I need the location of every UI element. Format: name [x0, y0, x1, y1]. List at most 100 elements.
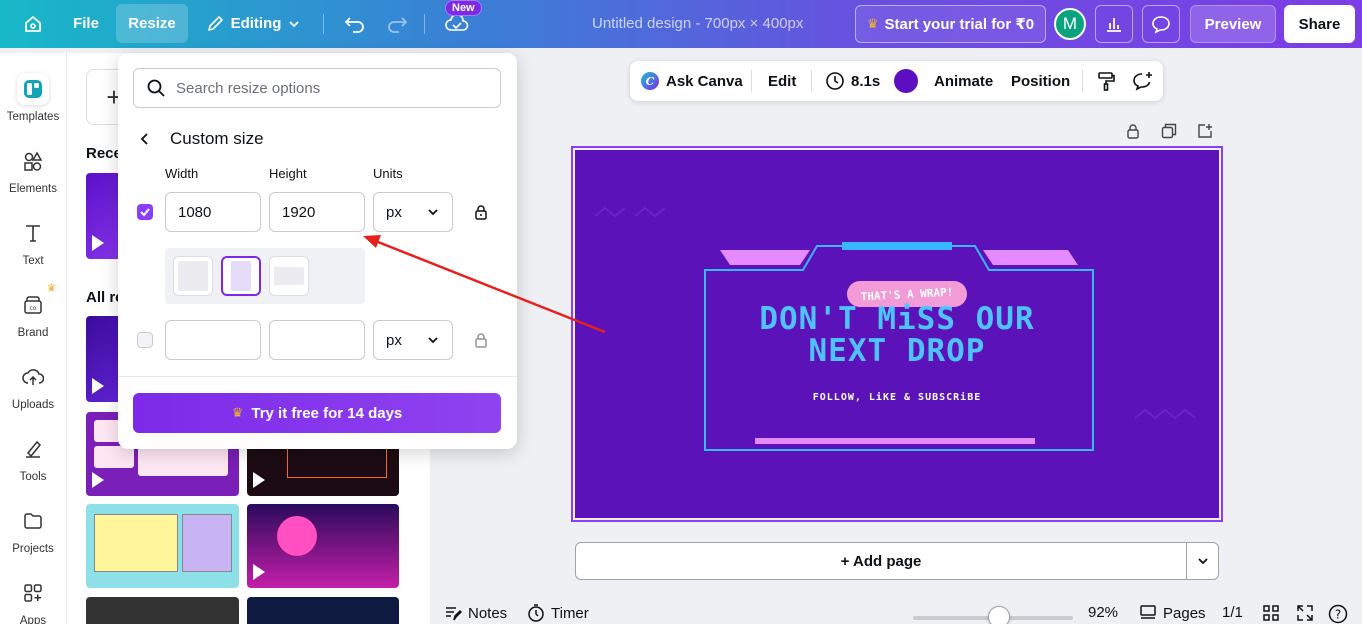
pages-button[interactable]: Pages	[1139, 604, 1206, 622]
second-size-checkbox[interactable]	[137, 332, 153, 348]
chevron-left-icon[interactable]	[138, 132, 152, 146]
second-width-input[interactable]	[165, 320, 261, 360]
redo-button[interactable]	[380, 4, 414, 43]
notes-button[interactable]: Notes	[444, 604, 507, 622]
animate-button[interactable]: Animate	[934, 61, 993, 101]
expand-icon	[1297, 605, 1313, 621]
orientation-portrait[interactable]	[221, 256, 261, 296]
preview-button[interactable]: Preview	[1190, 5, 1276, 43]
try-free-button[interactable]: ♛ Try it free for 14 days	[133, 393, 501, 433]
try-free-label: Try it free for 14 days	[251, 404, 403, 422]
lock-icon[interactable]	[474, 204, 488, 220]
units-select[interactable]: px	[373, 192, 453, 232]
add-page-dropdown[interactable]	[1186, 542, 1219, 580]
ask-canva-button[interactable]: C Ask Canva	[640, 61, 743, 101]
notes-label: Notes	[468, 604, 508, 622]
rail-item-tools[interactable]: Tools	[0, 433, 66, 483]
design-headline-line-1[interactable]: DON'T MiSS OUR	[575, 303, 1219, 335]
unit-value: px	[386, 203, 402, 221]
copy-style-button[interactable]	[1096, 61, 1116, 101]
editing-label: Editing	[230, 15, 282, 32]
file-menu-button[interactable]: File	[62, 4, 110, 43]
chevron-down-icon	[1197, 558, 1208, 565]
share-button[interactable]: Share	[1284, 5, 1355, 43]
lock-page-button[interactable]	[1123, 121, 1143, 141]
check-icon	[140, 208, 150, 217]
template-thumbnail[interactable]	[86, 597, 239, 624]
timer-button[interactable]: Timer	[527, 604, 589, 622]
zoom-slider-handle[interactable]	[988, 606, 1011, 624]
design-canvas-selection[interactable]: THAT'S A WRAP! DON'T MiSS OUR NEXT DROP …	[571, 146, 1223, 522]
insights-button[interactable]	[1095, 5, 1133, 43]
fullscreen-button[interactable]	[1296, 604, 1314, 622]
chevron-down-icon	[428, 209, 438, 216]
orientation-landscape[interactable]	[269, 256, 309, 296]
rail-label: Uploads	[11, 399, 55, 411]
rail-label: Projects	[12, 543, 54, 555]
duration-label: 8.1s	[851, 72, 881, 90]
play-icon	[253, 472, 265, 488]
rail-label: Tools	[19, 471, 47, 483]
add-comment-button[interactable]	[1132, 61, 1154, 101]
rail-item-uploads[interactable]: Uploads	[0, 361, 66, 411]
template-thumbnail[interactable]	[247, 504, 399, 588]
custom-size-title: Custom size	[170, 129, 264, 148]
design-canvas[interactable]: THAT'S A WRAP! DON'T MiSS OUR NEXT DROP …	[575, 150, 1219, 518]
templates-icon	[24, 80, 42, 98]
height-input[interactable]: 1920	[269, 192, 365, 232]
grid-icon	[1263, 605, 1279, 621]
canva-logo-icon: C	[641, 72, 659, 90]
crown-icon: ♛	[47, 283, 56, 294]
search-resize-field[interactable]	[133, 68, 501, 108]
duplicate-page-button[interactable]	[1159, 121, 1179, 141]
ask-canva-label: Ask Canva	[666, 72, 743, 90]
play-icon	[92, 472, 104, 488]
crown-icon: ♛	[231, 405, 244, 420]
grid-view-button[interactable]	[1262, 604, 1280, 622]
orientation-square[interactable]	[173, 256, 213, 296]
top-bar: File Resize Editing New Untitled design …	[0, 0, 1362, 48]
annotation-arrow	[363, 235, 606, 334]
template-thumbnail[interactable]	[86, 504, 239, 588]
avatar[interactable]: M	[1054, 8, 1086, 40]
rail-item-brand[interactable]: ♛ co Brand	[0, 283, 66, 339]
custom-size-checkbox[interactable]	[137, 204, 153, 220]
edit-button[interactable]: Edit	[768, 61, 796, 101]
help-button[interactable]: ?	[1328, 604, 1348, 624]
editing-mode-button[interactable]: Editing	[198, 4, 308, 43]
rail-item-apps[interactable]: Apps	[0, 577, 66, 624]
home-button[interactable]	[14, 4, 52, 43]
redo-icon	[388, 16, 408, 33]
zoom-level[interactable]: 92%	[1088, 604, 1118, 621]
rail-label: Text	[22, 255, 44, 267]
second-height-input[interactable]	[269, 320, 365, 360]
template-thumbnail[interactable]	[247, 597, 399, 624]
add-page-icon-button[interactable]	[1195, 121, 1215, 141]
width-input[interactable]: 1080	[165, 192, 261, 232]
rail-item-templates[interactable]: Templates	[0, 73, 66, 123]
start-trial-button[interactable]: ♛ Start your trial for ₹0	[855, 5, 1046, 43]
duplicate-icon	[1161, 123, 1177, 139]
position-button[interactable]: Position	[1011, 61, 1070, 101]
duration-button[interactable]: 8.1s	[825, 61, 880, 101]
design-subline[interactable]: FOLLOW, LiKE & SUBSCRiBE	[575, 392, 1219, 403]
undo-button[interactable]	[338, 4, 372, 43]
toolbar-divider	[424, 14, 425, 34]
rail-item-projects[interactable]: Projects	[0, 505, 66, 555]
color-swatch	[894, 69, 918, 93]
design-headline-line-2[interactable]: NEXT DROP	[575, 335, 1219, 367]
comments-button[interactable]	[1142, 5, 1180, 43]
rail-label: Brand	[17, 327, 49, 339]
search-input[interactable]	[176, 79, 476, 97]
rail-item-elements[interactable]: Elements	[0, 145, 66, 195]
toolbar-divider	[811, 70, 812, 92]
lock-icon	[1127, 124, 1139, 139]
rail-item-text[interactable]: Text	[0, 217, 66, 267]
design-title[interactable]: Untitled design - 700px × 400px	[592, 15, 803, 32]
home-icon	[25, 15, 41, 32]
resize-button[interactable]: Resize	[116, 4, 188, 43]
brand-icon: co	[24, 296, 42, 314]
background-color-button[interactable]	[894, 61, 918, 101]
svg-text:C: C	[646, 75, 655, 88]
add-page-button[interactable]: + Add page	[575, 542, 1187, 580]
